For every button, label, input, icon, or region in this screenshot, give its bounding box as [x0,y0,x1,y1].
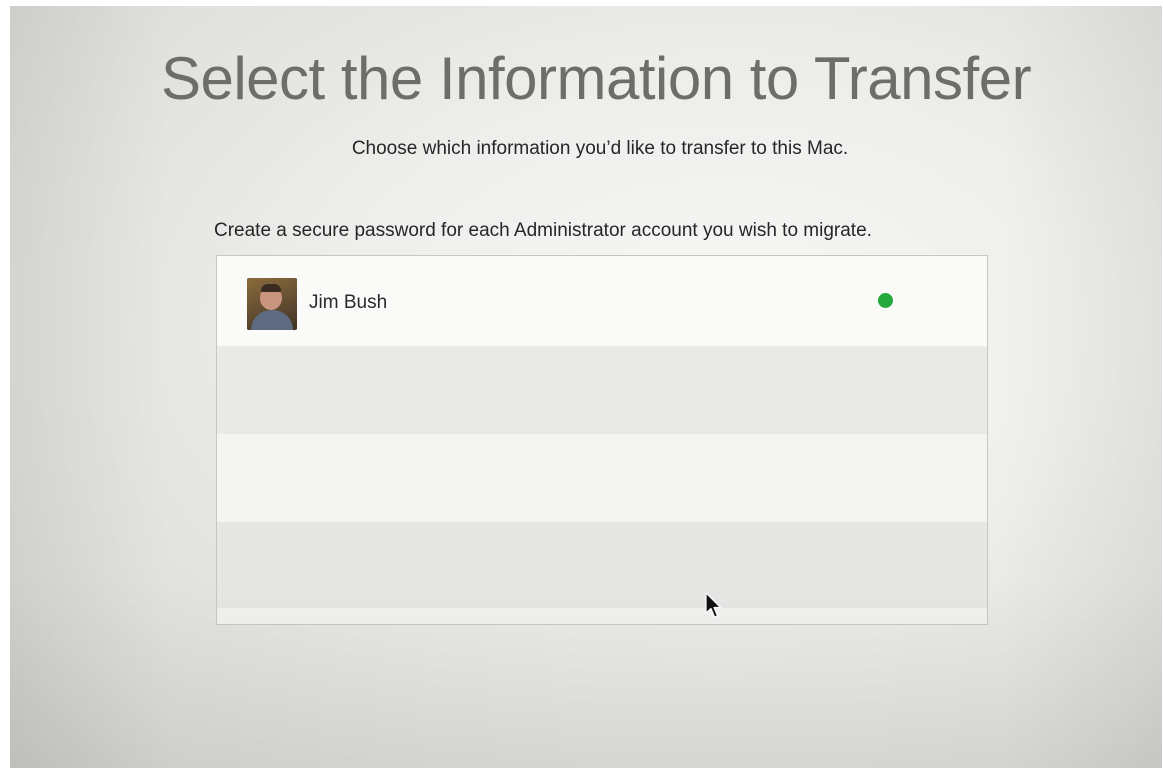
password-instruction: Create a secure password for each Admini… [214,220,872,241]
empty-list-row [217,434,987,524]
page-title: Select the Information to Transfer [160,45,1032,112]
empty-list-row [217,522,987,612]
empty-list-row [217,346,987,436]
page-subtitle: Choose which information you’d like to t… [351,138,849,159]
user-avatar [247,278,297,330]
empty-list-row [217,608,987,624]
account-name: Jim Bush [309,292,388,313]
account-row[interactable]: Jim Bush [217,256,987,346]
mouse-pointer-icon [705,592,722,618]
administrator-account-list: Jim Bush [216,255,988,625]
migration-assistant-screen: Select the Information to Transfer Choos… [10,6,1162,768]
green-status-dot-icon [878,293,893,308]
